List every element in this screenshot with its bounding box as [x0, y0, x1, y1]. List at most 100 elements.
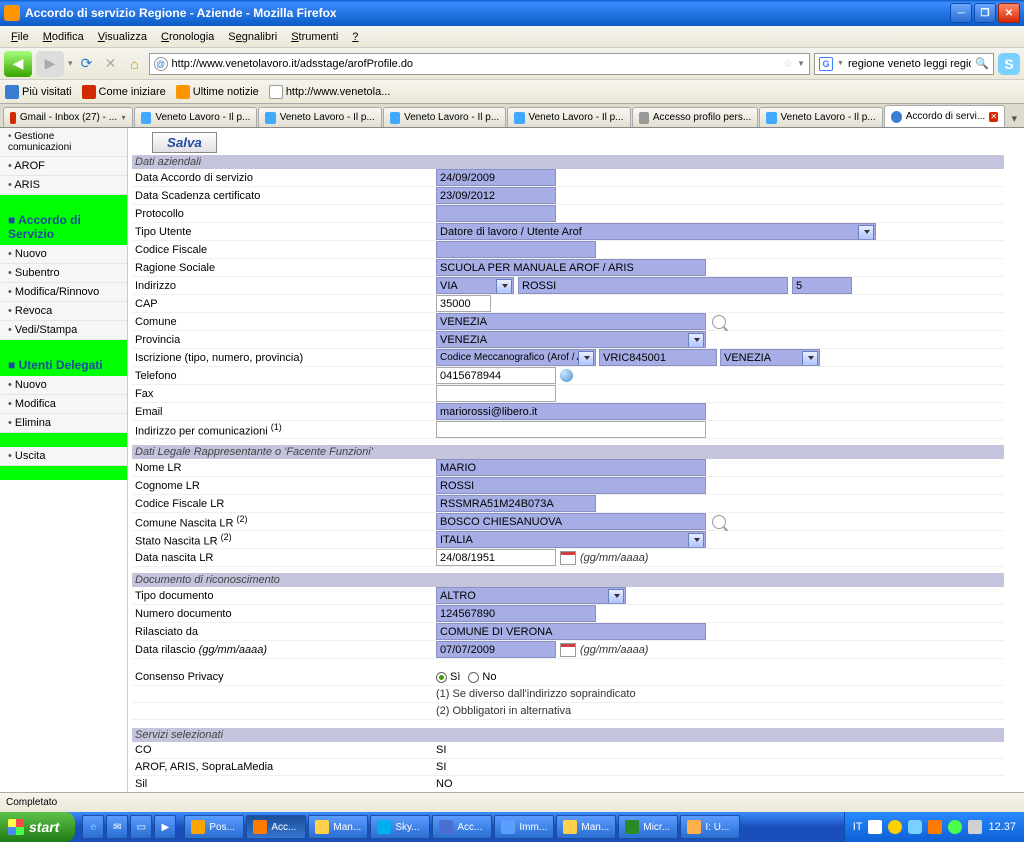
close-button[interactable]: ✕ [998, 3, 1020, 23]
tray-icon[interactable] [868, 820, 882, 834]
menu-strumenti[interactable]: Strumenti [285, 29, 344, 45]
tray-icon[interactable] [948, 820, 962, 834]
forward-button[interactable]: ▶ [36, 51, 64, 77]
bookmark-star-icon[interactable]: ☆ [783, 57, 793, 70]
input-data-scadenza[interactable]: 23/09/2012 [436, 187, 556, 204]
input-cf-lr[interactable]: RSSMRA51M24B073A [436, 495, 596, 512]
calendar-icon[interactable] [560, 551, 576, 565]
input-cap[interactable]: 35000 [436, 295, 491, 312]
label-cf-lr: Codice Fiscale LR [132, 498, 436, 510]
search-go-icon[interactable]: 🔍 [975, 57, 989, 70]
radio-no[interactable] [468, 672, 479, 683]
tab-accordo-servizio[interactable]: Accordo di servi...✕ [884, 105, 1006, 127]
menu-cronologia[interactable]: Cronologia [155, 29, 220, 45]
label-consenso: Consenso Privacy [132, 671, 436, 683]
sidebar-item-arof[interactable]: AROF [0, 157, 127, 176]
bookmark-most-visited[interactable]: Più visitati [5, 85, 72, 99]
sidebar-item-revoca[interactable]: Revoca [0, 302, 127, 321]
select-tipo-doc[interactable]: ALTRO [436, 587, 626, 604]
reload-button[interactable]: ⟳ [77, 54, 97, 74]
sidebar-item-gestione[interactable]: Gestione comunicazioni [0, 128, 127, 157]
calendar-icon[interactable] [560, 643, 576, 657]
tray-icon[interactable] [888, 820, 902, 834]
save-button[interactable]: Salva [152, 132, 217, 153]
input-nome-lr[interactable]: MARIO [436, 459, 706, 476]
start-button[interactable]: start [0, 812, 75, 842]
select-iscrizione-tipo[interactable]: Codice Meccanografico (Arof / A [436, 349, 596, 366]
tray-icon[interactable] [908, 820, 922, 834]
input-comune[interactable]: VENEZIA [436, 313, 706, 330]
bookmark-getting-started[interactable]: Come iniziare [82, 85, 166, 99]
menu-segnalibri[interactable]: Segnalibri [222, 29, 283, 45]
input-cognome-lr[interactable]: ROSSI [436, 477, 706, 494]
select-provincia[interactable]: VENEZIA [436, 331, 706, 348]
tab-veneto-2[interactable]: Veneto Lavoro - Il p... [258, 107, 381, 127]
lookup-comune-icon[interactable] [712, 315, 726, 329]
window-titlebar: Accordo di servizio Regione - Aziende - … [0, 0, 1024, 26]
tab-gmail[interactable]: Gmail - Inbox (27) - ...▾ [3, 107, 133, 127]
menu-modifica[interactable]: Modifica [37, 29, 90, 45]
select-tipo-utente[interactable]: Datore di lavoro / Utente Arof [436, 223, 876, 240]
sidebar-item-elimina[interactable]: Elimina [0, 414, 127, 433]
input-data-nascita[interactable]: 24/08/1951 [436, 549, 556, 566]
sidebar-item-modifica-rinnovo[interactable]: Modifica/Rinnovo [0, 283, 127, 302]
tray-icon[interactable] [928, 820, 942, 834]
input-telefono[interactable]: 0415678944 [436, 367, 556, 384]
url-bar[interactable]: @ http://www.venetolavoro.it/adsstage/ar… [149, 53, 810, 75]
input-data-rilascio[interactable]: 07/07/2009 [436, 641, 556, 658]
input-ragione-sociale[interactable]: SCUOLA PER MANUALE AROF / ARIS [436, 259, 706, 276]
maximize-button[interactable]: ❐ [974, 3, 996, 23]
skype-icon[interactable]: S [998, 53, 1020, 75]
sidebar-header-utenti: ■ Utenti Delegati [0, 354, 127, 376]
sidebar-item-nuovo[interactable]: Nuovo [0, 245, 127, 264]
back-button[interactable]: ◀ [4, 51, 32, 77]
select-indirizzo-tipo[interactable]: VIA [436, 277, 514, 294]
tab-veneto-5[interactable]: Veneto Lavoro - Il p... [759, 107, 882, 127]
minimize-button[interactable]: ─ [950, 3, 972, 23]
input-num-doc[interactable]: 124567890 [436, 605, 596, 622]
info-icon[interactable] [560, 369, 573, 382]
input-iscrizione-num[interactable]: VRIC845001 [599, 349, 717, 366]
lookup-comune-nascita-icon[interactable] [712, 515, 726, 529]
input-indirizzo-nome[interactable]: ROSSI [518, 277, 788, 294]
input-rilasciato[interactable]: COMUNE DI VERONA [436, 623, 706, 640]
input-data-accordo[interactable]: 24/09/2009 [436, 169, 556, 186]
input-indirizzo-civico[interactable]: 5 [792, 277, 852, 294]
tab-veneto-4[interactable]: Veneto Lavoro - Il p... [507, 107, 630, 127]
sidebar-item-vedi-stampa[interactable]: Vedi/Stampa [0, 321, 127, 340]
menu-visualizza[interactable]: Visualizza [92, 29, 153, 45]
tray-icon[interactable] [968, 820, 982, 834]
label-indirizzo: Indirizzo [132, 280, 436, 292]
input-indirizzo-com[interactable] [436, 421, 706, 438]
system-tray: IT 12.37 [844, 812, 1024, 842]
input-email[interactable]: mariorossi@libero.it [436, 403, 706, 420]
clock[interactable]: 12.37 [988, 821, 1016, 833]
tab-accesso-profilo[interactable]: Accesso profilo pers... [632, 107, 759, 127]
input-comune-nascita[interactable]: BOSCO CHIESANUOVA [436, 513, 706, 530]
bookmark-latest-news[interactable]: Ultime notizie [176, 85, 259, 99]
bookmark-venetola[interactable]: http://www.venetola... [269, 85, 391, 99]
menu-file[interactable]: File [5, 29, 35, 45]
tab-list-button[interactable]: ▾ [1007, 110, 1021, 127]
input-protocollo[interactable] [436, 205, 556, 222]
lang-indicator[interactable]: IT [853, 821, 863, 833]
tab-close-icon[interactable]: ✕ [989, 112, 998, 122]
sidebar-item-uscita[interactable]: Uscita [0, 447, 127, 466]
input-fax[interactable] [436, 385, 556, 402]
tab-veneto-1[interactable]: Veneto Lavoro - Il p... [134, 107, 257, 127]
radio-si[interactable] [436, 672, 447, 683]
sidebar-item-aris[interactable]: ARIS [0, 176, 127, 195]
select-stato-nascita[interactable]: ITALIA [436, 531, 706, 548]
select-iscrizione-prov[interactable]: VENEZIA [720, 349, 820, 366]
stop-button[interactable]: ✕ [101, 54, 121, 74]
input-codice-fiscale[interactable] [436, 241, 596, 258]
sidebar-item-modifica-2[interactable]: Modifica [0, 395, 127, 414]
tab-veneto-3[interactable]: Veneto Lavoro - Il p... [383, 107, 506, 127]
menu-help[interactable]: ? [346, 29, 364, 45]
sidebar-item-subentro[interactable]: Subentro [0, 264, 127, 283]
home-button[interactable]: ⌂ [125, 54, 145, 74]
section-legale-rapp: Dati Legale Rappresentante o 'Facente Fu… [132, 445, 1004, 459]
browser-toolbar: ◀ ▶ ▾ ⟳ ✕ ⌂ @ http://www.venetolavoro.it… [0, 48, 1024, 80]
search-bar[interactable]: G ▼ regione veneto leggi regionali 🔍 [814, 53, 994, 75]
sidebar-item-nuovo-2[interactable]: Nuovo [0, 376, 127, 395]
